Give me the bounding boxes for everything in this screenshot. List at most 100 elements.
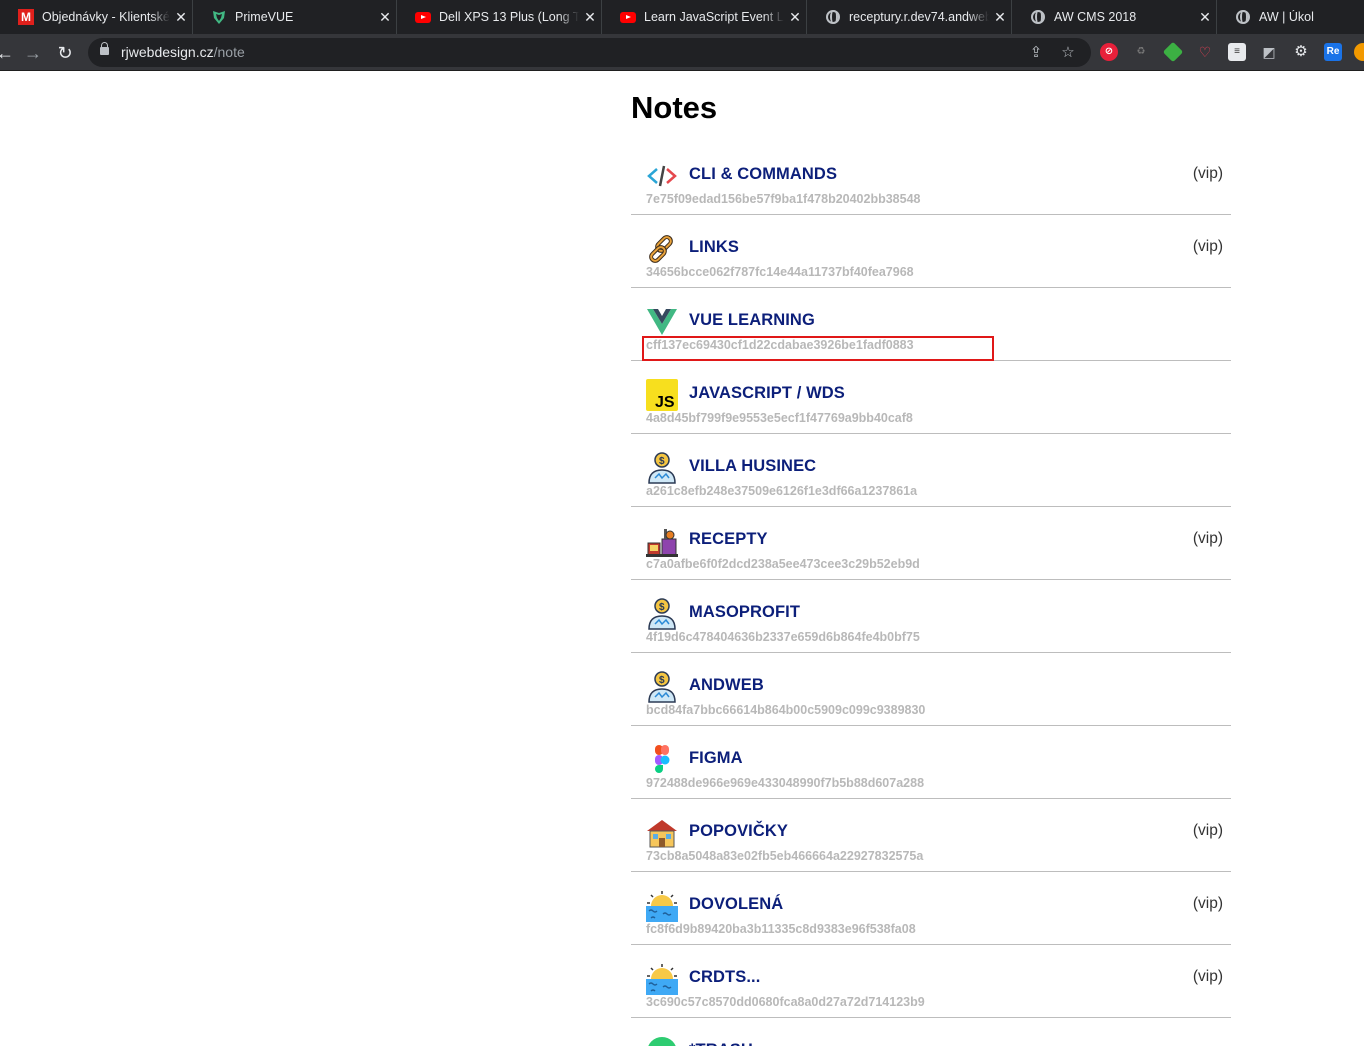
url-host: rjwebdesign.cz: [121, 44, 214, 60]
close-icon[interactable]: ✕: [170, 9, 192, 26]
code-icon: [646, 160, 678, 192]
note-title-link[interactable]: DOVOLENÁ: [689, 895, 783, 914]
note-hash: fc8f6d9b89420ba3b11335c8d9383e96f538fa08: [646, 922, 916, 936]
note-row[interactable]: DOVOLENÁ fc8f6d9b89420ba3b11335c8d9383e96…: [631, 872, 1231, 945]
extension-recycle-icon[interactable]: ♻: [1132, 43, 1150, 61]
note-row[interactable]: LINKS 34656bcce062f787fc14e44a11737bf40fe…: [631, 215, 1231, 288]
vip-label: (vip): [1192, 165, 1223, 182]
gear-icon[interactable]: ⚙: [1292, 43, 1310, 61]
note-hash: a261c8efb248e37509e6126f1e3df66a1237861a: [646, 484, 918, 498]
vip-label: (vip): [1192, 238, 1223, 255]
house-icon: [646, 817, 678, 849]
money-person-icon: $: [646, 598, 678, 630]
close-icon[interactable]: ✕: [579, 9, 601, 26]
tab-title: AW | Úkol: [1259, 10, 1314, 24]
tab-learn-js[interactable]: Learn JavaScript Event Listeners ✕: [602, 0, 807, 34]
note-row[interactable]: RECEPTY c7a0afbe6f0f2dcd238a5ee473cee3c29…: [631, 507, 1231, 580]
note-hash: 4f19d6c478404636b2337e659d6b864fe4b0bf75: [646, 630, 920, 644]
tab-title: AW CMS 2018: [1054, 10, 1137, 24]
beach-sunset-icon: [646, 890, 678, 922]
tab-aw-cms[interactable]: AW CMS 2018 ✕: [1012, 0, 1217, 34]
note-row[interactable]: FIGMA 972488de966e969e433048990f7b5b88d60…: [631, 726, 1231, 799]
youtube-icon: [415, 9, 431, 25]
vip-label: (vip): [1192, 530, 1223, 547]
note-row[interactable]: $ VILLA HUSINEC a261c8efb248e37509e6126f1e…: [631, 434, 1231, 507]
youtube-icon: [620, 9, 636, 25]
note-title-link[interactable]: VILLA HUSINEC: [689, 457, 816, 476]
figma-logo-icon: [646, 744, 678, 776]
note-title-link[interactable]: CRDTS...: [689, 968, 760, 987]
primevue-icon: [211, 9, 227, 25]
page-title: Notes: [631, 90, 718, 125]
svg-text:JS: JS: [655, 394, 675, 411]
note-title-link[interactable]: RECEPTY: [689, 530, 768, 549]
extension-red-icon[interactable]: ⊘: [1100, 43, 1118, 61]
vip-label: (vip): [1192, 895, 1223, 912]
trash-bot-icon: [646, 1036, 678, 1046]
tab-strip: M Objednávky - Klientské centrum ✕ Prime…: [0, 0, 1364, 34]
tab-dell-xps[interactable]: Dell XPS 13 Plus (Long Term Review) ✕: [397, 0, 602, 34]
tab-aw-ukol[interactable]: AW | Úkol: [1217, 0, 1364, 34]
note-row[interactable]: CRDTS... 3c690c57c8570dd0680fca8a0d27a72d…: [631, 945, 1231, 1018]
url-path: /note: [213, 44, 245, 60]
close-icon[interactable]: ✕: [989, 9, 1011, 26]
note-title-link[interactable]: VUE LEARNING: [689, 311, 815, 330]
notes-list: CLI & COMMANDS 7e75f09edad156be57f9ba1f47…: [631, 142, 1231, 1046]
share-icon[interactable]: ⇪: [1027, 44, 1045, 62]
pocket-icon[interactable]: ♡: [1196, 43, 1214, 61]
forward-arrow-icon[interactable]: →: [22, 42, 44, 64]
tab-title: Objednávky - Klientské centrum: [42, 10, 170, 24]
note-row[interactable]: $ ANDWEB bcd84fa7bbc66614b864b00c5909c099c…: [631, 653, 1231, 726]
extension-arrow-icon[interactable]: ◩: [1260, 43, 1278, 61]
reload-icon[interactable]: ↻: [54, 42, 76, 64]
chain-link-icon: [646, 233, 678, 265]
extension-orange-icon[interactable]: [1354, 43, 1364, 61]
tab-primevue[interactable]: PrimeVUE ✕: [193, 0, 397, 34]
tab-title: PrimeVUE: [235, 10, 294, 24]
back-arrow-icon[interactable]: ←: [0, 42, 16, 64]
note-title-link[interactable]: LINKS: [689, 238, 739, 257]
tab-objednavky[interactable]: M Objednávky - Klientské centrum ✕: [0, 0, 193, 34]
note-row[interactable]: $ MASOPROFIT 4f19d6c478404636b2337e659d6b8…: [631, 580, 1231, 653]
note-title-link[interactable]: ANDWEB: [689, 676, 764, 695]
note-hash: 34656bcce062f787fc14e44a11737bf40fea7968: [646, 265, 914, 279]
close-icon[interactable]: ✕: [784, 9, 806, 26]
svg-text:$: $: [659, 675, 665, 686]
money-person-icon: $: [646, 671, 678, 703]
note-title-link[interactable]: JAVASCRIPT / WDS: [689, 384, 845, 403]
note-title-link[interactable]: CLI & COMMANDS: [689, 165, 837, 184]
vip-label: (vip): [1192, 968, 1223, 985]
selection-highlight-box: [642, 336, 994, 361]
note-hash: 3c690c57c8570dd0680fca8a0d27a72d714123b9: [646, 995, 925, 1009]
m-icon: M: [18, 9, 34, 25]
note-hash: 972488de966e969e433048990f7b5b88d607a288: [646, 776, 925, 790]
js-logo-icon: JS: [646, 379, 678, 411]
globe-icon: [1030, 9, 1046, 25]
bookmark-star-icon[interactable]: ☆: [1059, 44, 1077, 62]
globe-icon: [825, 9, 841, 25]
note-row[interactable]: *TRASH: [631, 1018, 1231, 1046]
note-title-link[interactable]: FIGMA: [689, 749, 743, 768]
tab-receptury[interactable]: receptury.r.dev74.andweb.cz ✕: [807, 0, 1012, 34]
note-title-link[interactable]: POPOVIČKY: [689, 822, 788, 841]
note-row[interactable]: CLI & COMMANDS 7e75f09edad156be57f9ba1f47…: [631, 142, 1231, 215]
note-row[interactable]: POPOVIČKY 73cb8a5048a83e02fb5eb466664a229…: [631, 799, 1231, 872]
note-row[interactable]: JS JAVASCRIPT / WDS 4a8d45bf799f9e9553e5ec…: [631, 361, 1231, 434]
lock-icon: [100, 42, 109, 55]
note-title-link[interactable]: MASOPROFIT: [689, 603, 800, 622]
extension-dash-icon[interactable]: ≡: [1228, 43, 1246, 61]
extension-green-icon[interactable]: [1162, 41, 1184, 63]
note-hash: 73cb8a5048a83e02fb5eb466664a22927832575a: [646, 849, 924, 863]
close-icon[interactable]: ✕: [1194, 9, 1216, 26]
address-bar[interactable]: rjwebdesign.cz/note ⇪ ☆: [88, 38, 1091, 67]
note-hash: 4a8d45bf799f9e9553e5ecf1f47769a9bb40caf8: [646, 411, 913, 425]
note-title-link[interactable]: *TRASH: [689, 1041, 753, 1046]
extension-re-icon[interactable]: Re: [1324, 43, 1342, 61]
kitchen-icon: [646, 525, 678, 557]
close-icon[interactable]: ✕: [374, 9, 396, 26]
note-hash: c7a0afbe6f0f2dcd238a5ee473cee3c29b52eb9d: [646, 557, 920, 571]
money-person-icon: $: [646, 452, 678, 484]
svg-text:$: $: [659, 602, 665, 613]
beach-sunset-icon: [646, 963, 678, 995]
note-hash: 7e75f09edad156be57f9ba1f478b20402bb38548: [646, 192, 921, 206]
